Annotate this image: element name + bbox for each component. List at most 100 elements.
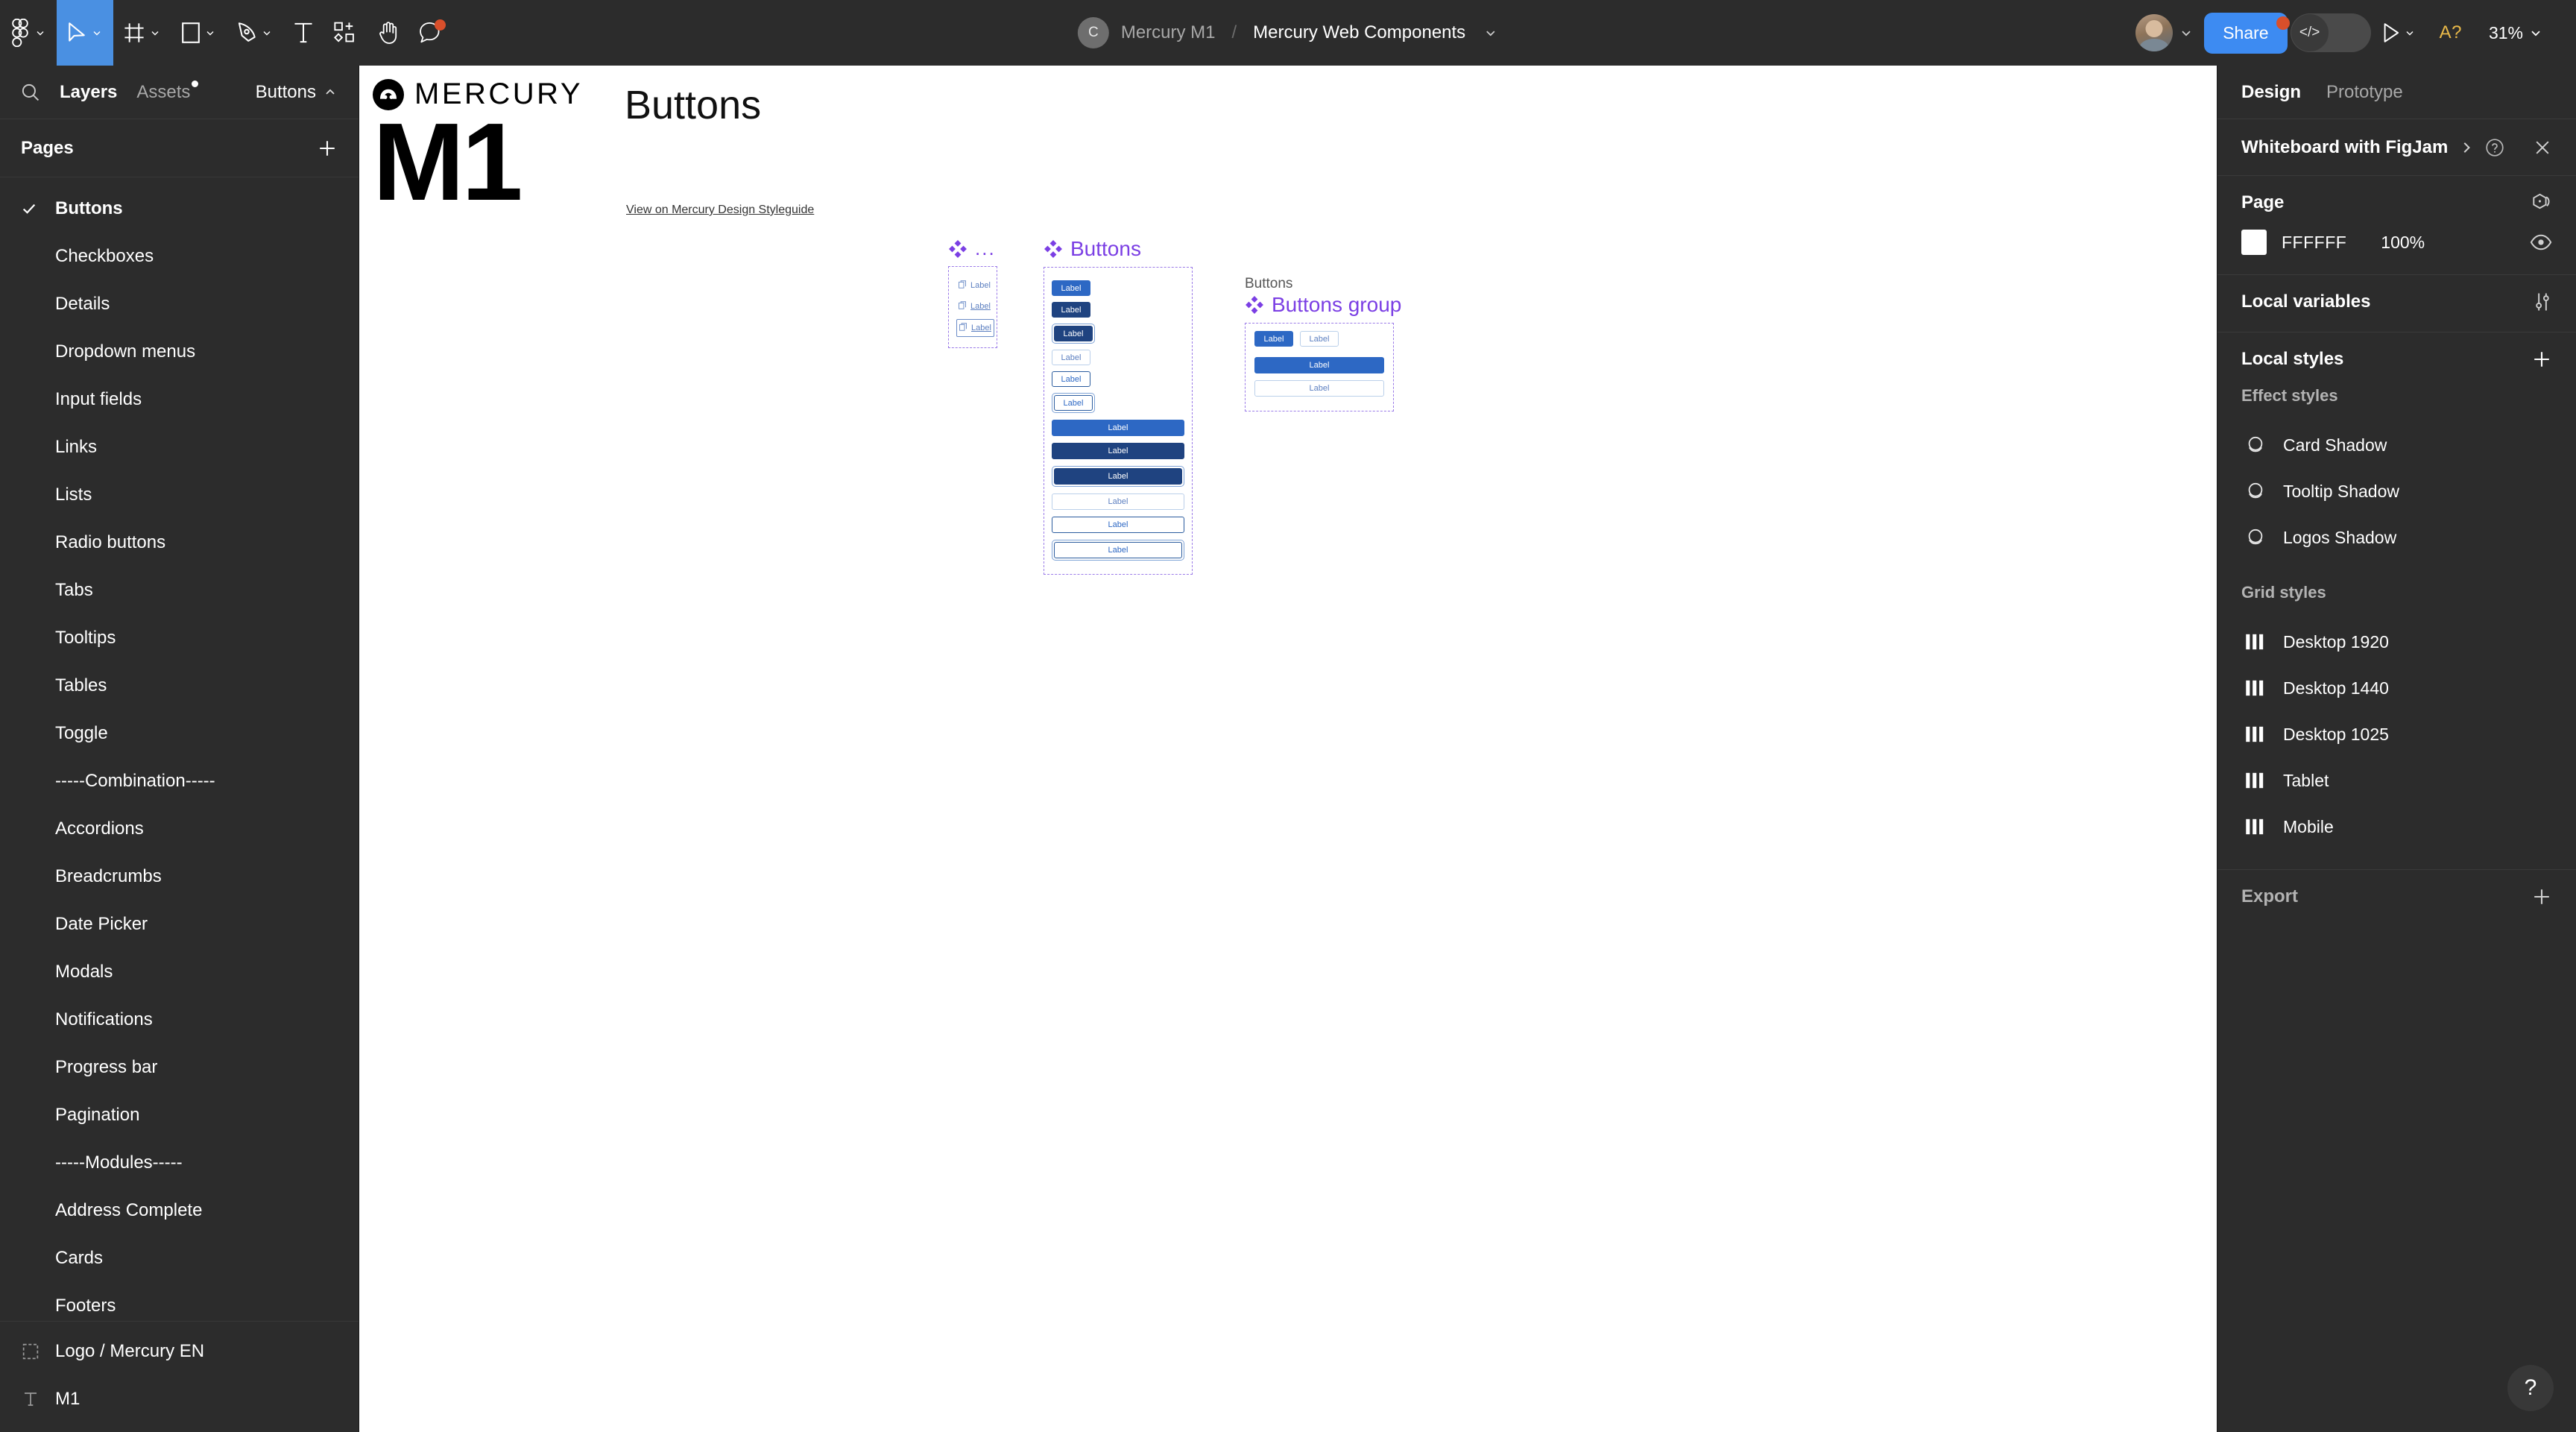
design-canvas[interactable]: MERCURY M1 Buttons View on Mercury Desig… xyxy=(359,66,2217,1432)
team-avatar[interactable]: C xyxy=(1077,17,1109,48)
breadcrumb-team[interactable]: Mercury M1 xyxy=(1121,22,1216,43)
button-variant[interactable]: Label xyxy=(1254,331,1293,347)
pen-tool-icon[interactable] xyxy=(227,0,283,66)
component-set-buttons[interactable]: Buttons Label Label Label Label Label Label La… xyxy=(1044,237,1193,575)
actions-tool-icon[interactable] xyxy=(323,0,367,66)
add-style-button[interactable] xyxy=(2531,349,2552,370)
close-icon[interactable] xyxy=(2533,138,2552,157)
sidebar-item-page[interactable]: Tables xyxy=(0,662,359,710)
text-tool-icon[interactable] xyxy=(283,0,323,66)
sidebar-item-page[interactable]: Progress bar xyxy=(0,1044,359,1091)
grid-style-row[interactable]: Tablet xyxy=(2241,757,2552,804)
sidebar-item-page[interactable]: Dropdown menus xyxy=(0,328,359,376)
sidebar-item-page[interactable]: Pagination xyxy=(0,1091,359,1139)
tab-layers[interactable]: Layers xyxy=(60,82,117,103)
sidebar-item-page[interactable]: Address Complete xyxy=(0,1187,359,1234)
dev-mode-toggle[interactable]: </> xyxy=(2290,13,2371,52)
sidebar-item-page[interactable]: Tooltips xyxy=(0,614,359,662)
button-variant[interactable]: Label xyxy=(1052,302,1090,318)
figma-menu-icon[interactable] xyxy=(0,0,57,66)
annotation-badge[interactable]: A? xyxy=(2426,22,2475,43)
button-variant[interactable]: Label xyxy=(1254,357,1384,373)
tab-design[interactable]: Design xyxy=(2241,82,2301,103)
hand-tool-icon[interactable] xyxy=(367,0,408,66)
share-button[interactable]: Share xyxy=(2204,12,2288,54)
breadcrumb-file-name[interactable]: Mercury Web Components xyxy=(1253,22,1465,43)
grid-styles-list[interactable]: Desktop 1920 Desktop 1440 Desktop 1025 Tabl… xyxy=(2241,619,2552,850)
fill-opacity-value[interactable]: 100% xyxy=(2381,233,2425,253)
sidebar-item-page[interactable]: Radio buttons xyxy=(0,519,359,567)
sidebar-item-page[interactable]: Toggle xyxy=(0,710,359,757)
sidebar-item-page[interactable]: Buttons xyxy=(0,185,359,233)
sidebar-item-page[interactable]: Notifications xyxy=(0,996,359,1044)
sidebar-item-page[interactable]: Lists xyxy=(0,471,359,519)
component-set-buttons-group[interactable]: Buttons group Label Label Label Label xyxy=(1245,293,1401,411)
file-menu-chevron-down-icon[interactable] xyxy=(1483,25,1498,40)
styles-hexagon-icon[interactable] xyxy=(2531,192,2552,213)
button-variant[interactable]: Label xyxy=(1052,280,1090,296)
component-set-links[interactable]: ... Label Label Label xyxy=(948,237,997,348)
button-variant[interactable]: Label xyxy=(1052,350,1090,365)
effect-style-row[interactable]: Tooltip Shadow xyxy=(2241,468,2552,514)
layer-item[interactable]: M1 xyxy=(0,1375,359,1423)
effect-styles-list[interactable]: Card Shadow Tooltip Shadow Logos Shadow xyxy=(2241,422,2552,561)
sidebar-item-page[interactable]: Checkboxes xyxy=(0,233,359,280)
link-variant[interactable]: Label xyxy=(956,298,993,315)
mercury-logo-frame[interactable]: MERCURY M1 xyxy=(373,78,583,218)
sidebar-item-page[interactable]: Input fields xyxy=(0,376,359,423)
shape-tool-icon[interactable] xyxy=(171,0,227,66)
link-variant[interactable]: Label xyxy=(956,277,993,294)
sidebar-item-page[interactable]: Cards xyxy=(0,1234,359,1282)
effect-style-row[interactable]: Card Shadow xyxy=(2241,422,2552,468)
sliders-icon[interactable] xyxy=(2533,291,2552,312)
current-page-chip[interactable]: Buttons xyxy=(256,82,338,103)
visibility-eye-icon[interactable] xyxy=(2530,233,2552,251)
sidebar-item-page[interactable]: Footers xyxy=(0,1282,359,1321)
button-variant[interactable]: Label xyxy=(1054,326,1093,341)
sidebar-item-page[interactable]: Date Picker xyxy=(0,900,359,948)
sidebar-item-page[interactable]: Breadcrumbs xyxy=(0,853,359,900)
sidebar-item-page[interactable]: -----Combination----- xyxy=(0,757,359,805)
link-variant[interactable]: Label xyxy=(956,319,994,337)
help-button[interactable]: ? xyxy=(2507,1365,2554,1411)
sidebar-item-page[interactable]: -----Modules----- xyxy=(0,1139,359,1187)
button-variant[interactable]: Label xyxy=(1054,395,1093,411)
chevron-right-icon[interactable] xyxy=(2458,139,2475,156)
tab-prototype[interactable]: Prototype xyxy=(2326,82,2403,103)
zoom-control[interactable]: 31% xyxy=(2478,23,2549,43)
frame-tool-icon[interactable] xyxy=(113,0,171,66)
pages-list[interactable]: Buttons Checkboxes Details Dropdown menus In… xyxy=(0,177,359,1321)
add-export-button[interactable] xyxy=(2531,886,2552,907)
effect-style-row[interactable]: Logos Shadow xyxy=(2241,514,2552,561)
add-page-button[interactable] xyxy=(317,138,338,159)
tab-assets[interactable]: Assets xyxy=(136,80,199,103)
present-button[interactable] xyxy=(2374,22,2423,43)
comment-tool-icon[interactable] xyxy=(408,0,452,66)
layer-item[interactable]: Logo / Mercury EN xyxy=(0,1328,359,1375)
sidebar-item-page[interactable]: Accordions xyxy=(0,805,359,853)
sidebar-item-page[interactable]: Modals xyxy=(0,948,359,996)
move-tool-icon[interactable] xyxy=(57,0,113,66)
button-variant[interactable]: Label xyxy=(1052,493,1184,510)
grid-style-row[interactable]: Desktop 1920 xyxy=(2241,619,2552,665)
fill-hex-value[interactable]: FFFFFF xyxy=(2282,233,2346,253)
fill-color-swatch[interactable] xyxy=(2241,230,2267,255)
sidebar-item-page[interactable]: Details xyxy=(0,280,359,328)
grid-style-row[interactable]: Desktop 1025 xyxy=(2241,711,2552,757)
button-variant[interactable]: Label xyxy=(1052,420,1184,436)
button-variant[interactable]: Label xyxy=(1054,468,1182,485)
button-variant[interactable]: Label xyxy=(1052,443,1184,459)
sidebar-item-page[interactable]: Tabs xyxy=(0,567,359,614)
button-variant[interactable]: Label xyxy=(1054,542,1182,558)
layers-list[interactable]: Logo / Mercury EN M1 xyxy=(0,1321,359,1432)
button-variant[interactable]: Label xyxy=(1300,331,1339,347)
page-fill-row[interactable]: FFFFFF 100% xyxy=(2241,230,2552,255)
help-circle-icon[interactable] xyxy=(2485,138,2504,157)
button-variant[interactable]: Label xyxy=(1254,380,1384,397)
grid-style-row[interactable]: Desktop 1440 xyxy=(2241,665,2552,711)
button-variant[interactable]: Label xyxy=(1052,371,1090,387)
sidebar-item-page[interactable]: Links xyxy=(0,423,359,471)
search-icon[interactable] xyxy=(21,83,40,102)
button-variant[interactable]: Label xyxy=(1052,517,1184,533)
grid-style-row[interactable]: Mobile xyxy=(2241,804,2552,850)
